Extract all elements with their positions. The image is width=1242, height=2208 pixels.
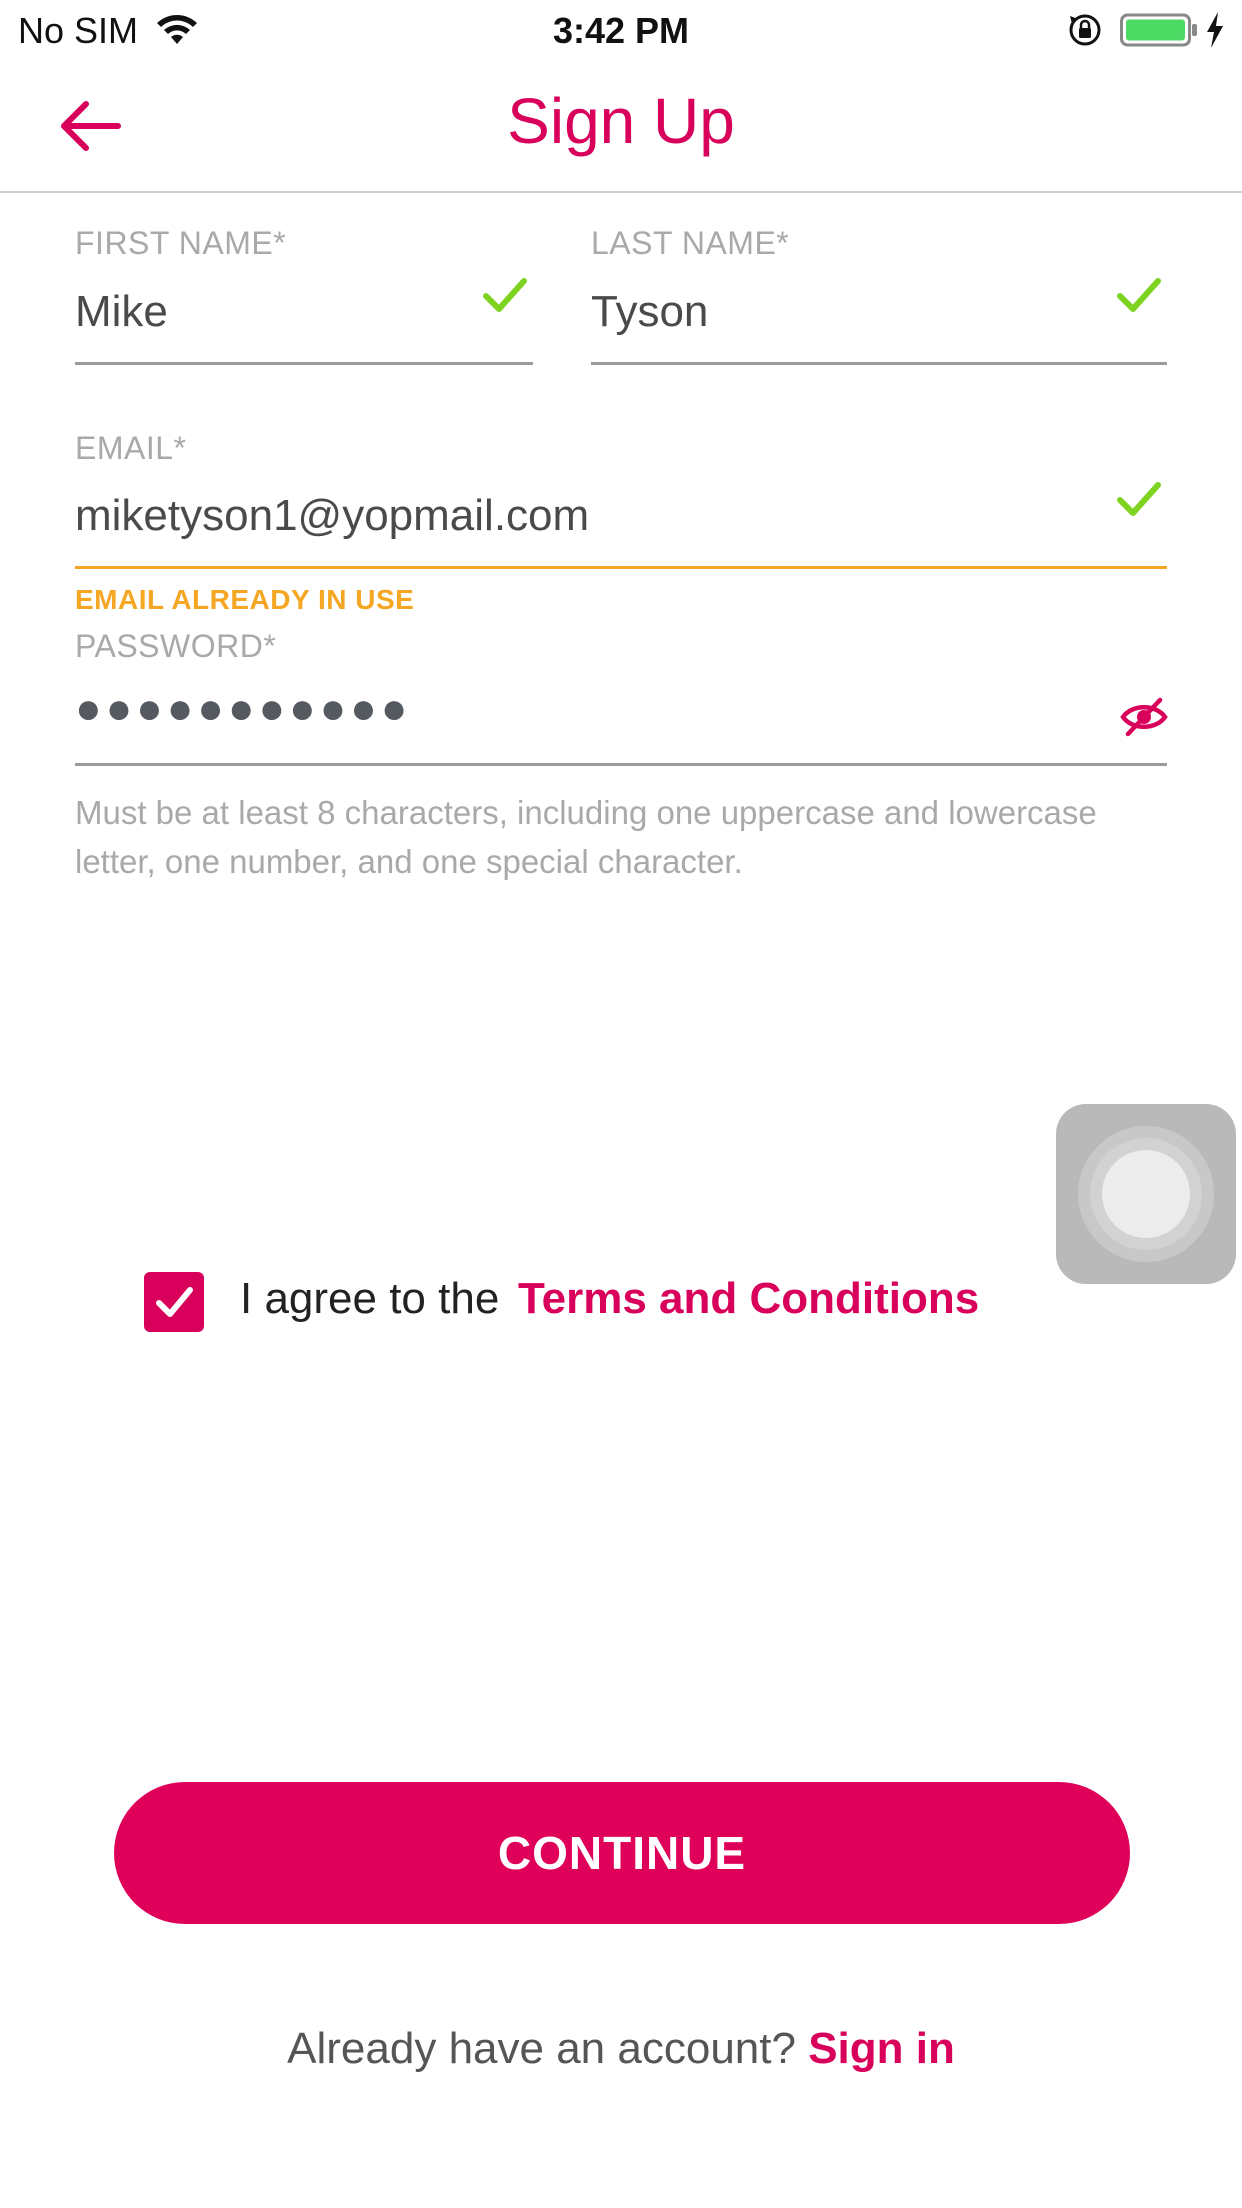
assistive-ring-inner — [1102, 1150, 1190, 1238]
continue-button[interactable]: CONTINUE — [114, 1782, 1130, 1924]
first-name-field[interactable] — [75, 282, 465, 342]
page-title: Sign Up — [507, 85, 735, 157]
first-name-label: FIRST NAME* — [75, 225, 287, 261]
first-name-underline — [75, 362, 533, 365]
check-icon — [1117, 278, 1161, 312]
signin-prompt: Already have an account? — [287, 2024, 809, 2073]
check-icon — [483, 278, 527, 312]
terms-checkbox[interactable] — [144, 1272, 204, 1332]
password-underline — [75, 763, 1167, 766]
last-name-underline — [591, 362, 1167, 365]
password-hint: Must be at least 8 characters, including… — [75, 794, 1097, 880]
rotation-lock-icon — [1069, 14, 1101, 46]
checkmark-icon — [156, 1287, 193, 1317]
charging-icon — [1207, 12, 1223, 48]
password-label: PASSWORD* — [75, 628, 277, 664]
email-label: EMAIL* — [75, 430, 187, 466]
password-field[interactable]: ●●●●●●●●●●● — [75, 684, 411, 734]
terms-link[interactable]: Terms and Conditions — [518, 1274, 979, 1324]
last-name-label: LAST NAME* — [591, 225, 790, 261]
battery-icon — [1120, 13, 1197, 47]
check-icon — [1117, 482, 1161, 516]
nav-header: Sign Up — [0, 60, 1242, 193]
signin-link[interactable]: Sign in — [808, 2024, 955, 2073]
clock: 3:42 PM — [552, 10, 690, 51]
last-name-field[interactable] — [591, 282, 1091, 342]
assistive-touch-button[interactable] — [1056, 1104, 1236, 1284]
eye-slash-icon[interactable] — [1120, 694, 1168, 740]
email-underline — [75, 566, 1167, 569]
agree-text: I agree to the — [240, 1274, 500, 1323]
email-error: EMAIL ALREADY IN USE — [75, 584, 415, 615]
email-field[interactable] — [75, 486, 1085, 546]
signin-row: Already have an account? Sign in — [0, 2024, 1242, 2074]
status-bar: No SIM 3:42 PM — [0, 0, 1242, 60]
